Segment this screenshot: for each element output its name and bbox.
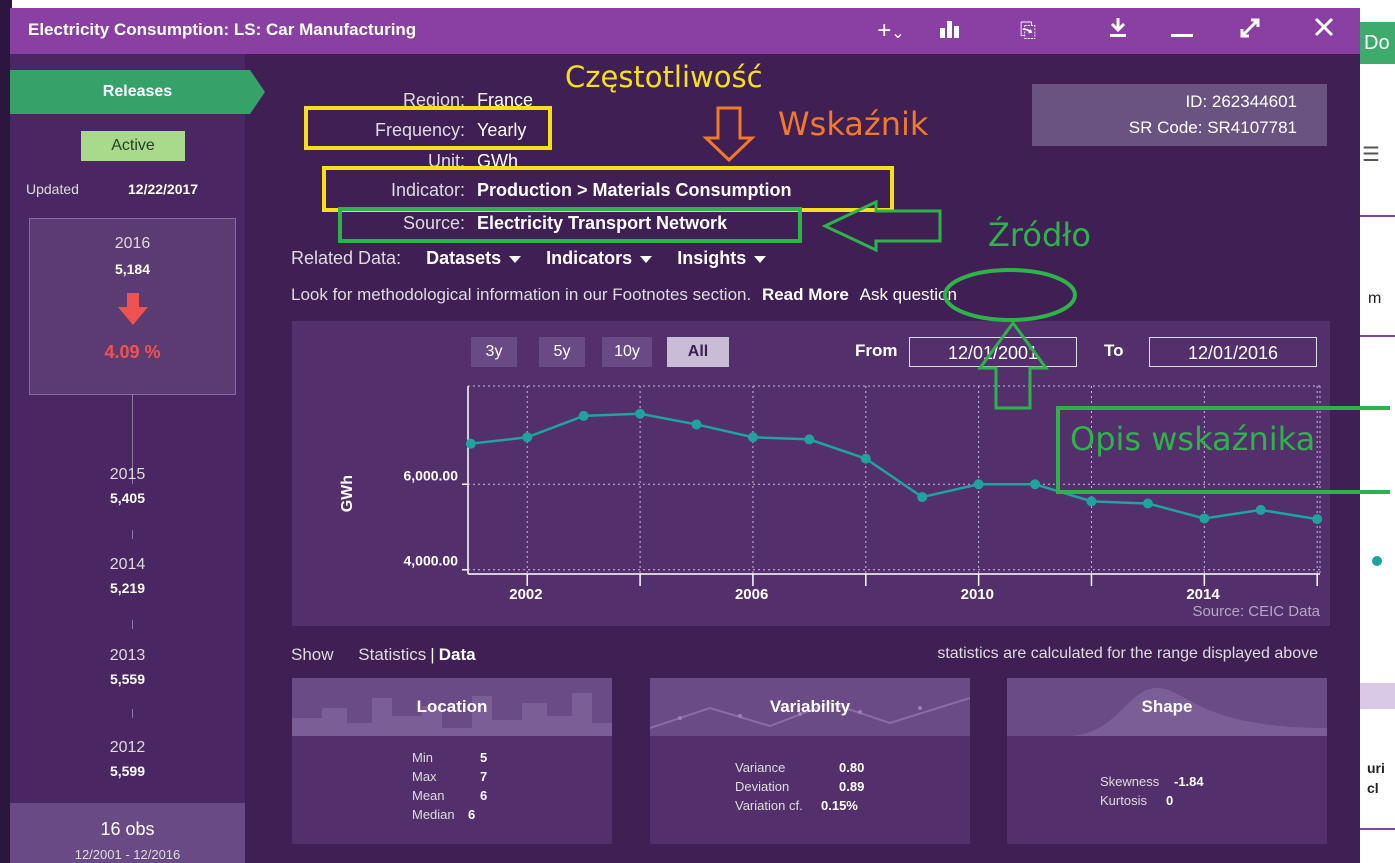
frequency-highlight-box (304, 106, 552, 150)
annotation-wskaznik: Wskaźnik (778, 105, 929, 143)
orange-down-arrow (702, 106, 756, 163)
indicator-highlight-box (322, 166, 894, 212)
annotation-czestotliwosc: Częstotliwość (565, 60, 763, 94)
annotation-opis: Opis wskaźnika (1070, 420, 1316, 458)
green-up-arrow (977, 320, 1049, 410)
read-more-circle (943, 268, 1077, 322)
annotation-zrodlo: Źródło (988, 216, 1091, 254)
source-highlight-box (338, 207, 802, 243)
